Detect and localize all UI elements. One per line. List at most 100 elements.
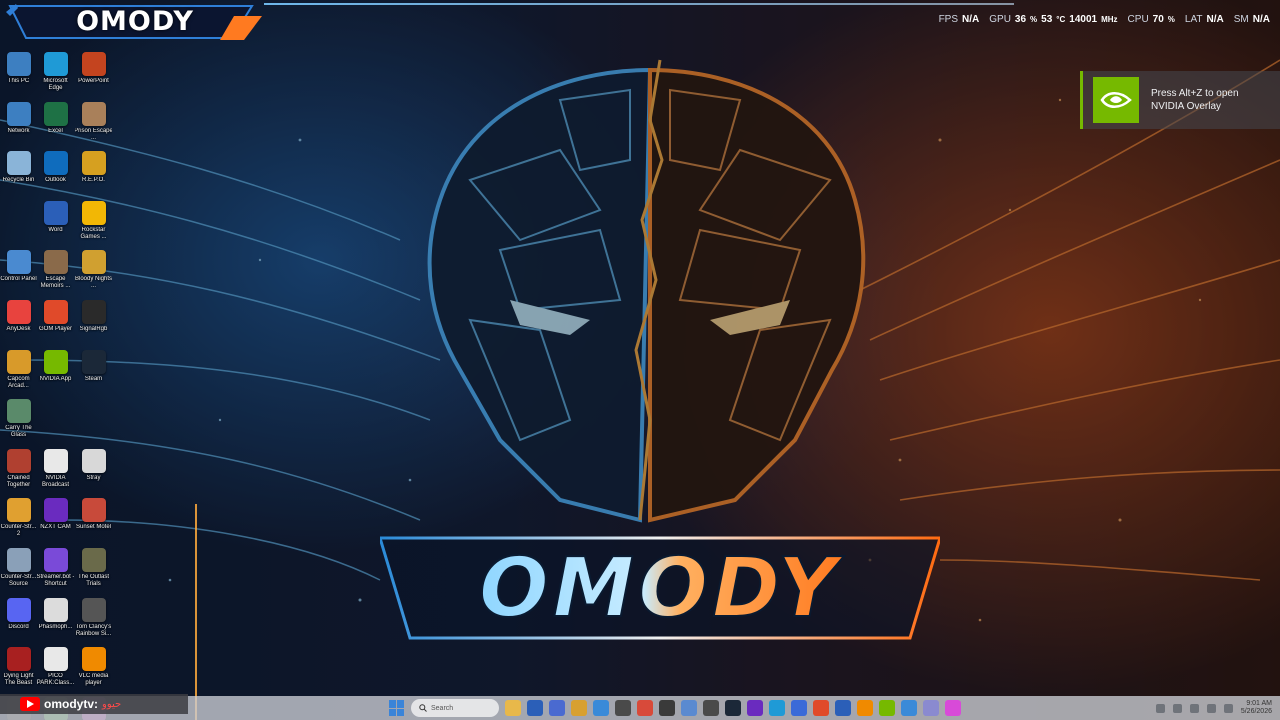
nvidia-icon [43,349,68,374]
nvidia-icon[interactable] [879,700,895,716]
app-icon[interactable] [571,700,587,716]
document-icon [43,448,68,473]
desktop-icon[interactable]: PICO PARK:Class... [37,647,74,697]
desktop-icon[interactable]: VLC media player [75,647,112,697]
app-icon[interactable] [549,700,565,716]
desktop-icon[interactable]: Stray [75,448,112,499]
performance-overlay: FPS N/A GPU 36% 53 °C 14001 MHz CPU 70% LA… [939,12,1270,26]
app-icon[interactable] [923,700,939,716]
desktop-icon[interactable]: GOM Player [37,299,74,350]
volume-icon[interactable] [1223,703,1233,713]
desktop-icon[interactable]: Carry The Glass [0,399,37,449]
gpu-clock-unit: MHz [1101,14,1118,24]
desktop-icon[interactable]: Prison Escape ... [75,101,112,152]
control-panel-icon [6,250,31,275]
desktop-icon-label: Dying Light The Beast [3,673,34,687]
desktop-icon-label: Discord [8,623,29,630]
desktop-icon[interactable]: Control Panel [0,250,37,300]
desktop-icon[interactable]: R.E.P.O. [75,151,112,201]
tray-app-icon[interactable] [1172,703,1182,713]
desktop-icon[interactable]: Streamer.bot - Shortcut [37,547,74,598]
desktop-icon[interactable]: Network [0,101,37,152]
desktop-icon-label: This PC [7,78,30,84]
desktop-icon[interactable]: NVIDIA Broadcast [37,448,74,499]
app-icon[interactable] [593,700,609,716]
desktop-icon-label: The Outlast Trials [77,573,109,587]
taskbar-search[interactable]: Search [411,699,499,717]
desktop-icon[interactable]: Counter-Str... 2 [0,498,37,548]
desktop-icon[interactable]: Escape Memoirs ... [37,250,74,300]
desktop-icon-label: Steam [84,375,103,382]
desktop-icon[interactable]: Sunset Motel [75,498,112,548]
app-icon[interactable] [901,700,917,716]
capcom-icon [6,349,31,374]
taskbar-clock[interactable]: 9:01 AM 5/26/2026 [1241,700,1272,716]
app-icon[interactable] [659,700,675,716]
desktop-icon[interactable]: Discord [0,597,37,648]
gpu-usage-unit: % [1030,14,1038,24]
tray-app-icon[interactable] [1189,703,1199,713]
desktop-icon[interactable]: Recycle Bin [0,151,37,201]
desktop-icon[interactable]: NVIDIA App [37,349,74,400]
desktop-icon[interactable]: Phasmoph... [37,597,74,648]
chat-message-text: حيوو [102,698,122,710]
gpu-clock-value: 14001 [1069,13,1098,25]
desktop-icon[interactable]: Capcom Arcad... [0,349,37,400]
desktop-icon[interactable]: This PC [0,52,37,102]
desktop-icon[interactable]: Rockstar Games ... [75,200,112,251]
app-icon[interactable] [791,700,807,716]
app-icon[interactable] [813,700,829,716]
desktop-icon-label: Word [48,226,63,233]
desktop-icon[interactable]: Excel [37,101,74,152]
app-icon[interactable] [857,700,873,716]
latency-metric: LAT N/A [1185,14,1224,25]
game-icon [43,250,68,275]
steam-icon[interactable] [725,700,741,716]
tray-chevron-icon[interactable] [1155,703,1165,713]
chrome-icon[interactable] [637,700,653,716]
monitor-icon [6,52,31,76]
wifi-icon[interactable] [1206,703,1216,713]
stray-icon [81,448,106,473]
desktop-icon[interactable]: Steam [75,349,112,400]
edge-icon[interactable] [769,700,785,716]
app-icon[interactable] [703,700,719,716]
desktop-icon[interactable]: Counter-Str... Source [0,547,37,598]
app-icon[interactable] [835,700,851,716]
desktop-icon[interactable]: Tom Clancy's Rainbow Si... [75,597,112,648]
game-icon [81,498,106,523]
desktop-icon[interactable]: Dying Light The Beast [0,647,37,697]
desktop-icon-label: R.E.P.O. [82,177,105,184]
explorer-icon[interactable] [505,700,521,716]
start-button[interactable] [389,700,405,716]
app-icon[interactable] [945,700,961,716]
desktop-icon[interactable]: The Outlast Trials [75,547,112,598]
fps-label: FPS [938,13,959,25]
desktop-icon-label: Streamer.bot - Shortcut [37,573,74,587]
desktop-icon[interactable]: Chained Together [0,448,37,499]
streamerbot-icon [43,547,68,572]
nvidia-overlay-notification[interactable]: Press Alt+Z to open NVIDIA Overlay [1080,71,1280,129]
counter-strike-icon [6,547,31,572]
desktop-icon-label: PowerPoint [78,78,109,84]
app-icon[interactable] [615,700,631,716]
streamer-logo-badge: OMODY [6,2,264,42]
game-icon [43,647,68,672]
desktop-icon[interactable]: Word [37,200,74,251]
desktop-icon[interactable]: Microsoft Edge [37,52,74,102]
desktop-icon[interactable]: Bloody Nights ... [75,250,112,300]
logo-text: OMODY [76,6,194,37]
desktop-icon[interactable]: PowerPoint [75,52,112,102]
desktop-icon[interactable]: AnyDesk [0,299,37,350]
rockstar-icon [81,200,106,225]
app-icon[interactable] [681,700,697,716]
desktop-icon-label: Sunset Motel [75,524,112,531]
nzxt-icon[interactable] [747,700,763,716]
desktop-icon-label: PICO PARK:Class... [37,673,74,687]
desktop-icon[interactable]: NZXT CAM [37,498,74,548]
desktop-icon-label: Outlook [45,177,66,184]
app-icon[interactable] [527,700,543,716]
gpu-usage-value: 36 [1014,13,1027,25]
desktop-icon[interactable]: Outlook [37,151,74,201]
desktop-icon[interactable]: SignalRgb [75,299,112,350]
